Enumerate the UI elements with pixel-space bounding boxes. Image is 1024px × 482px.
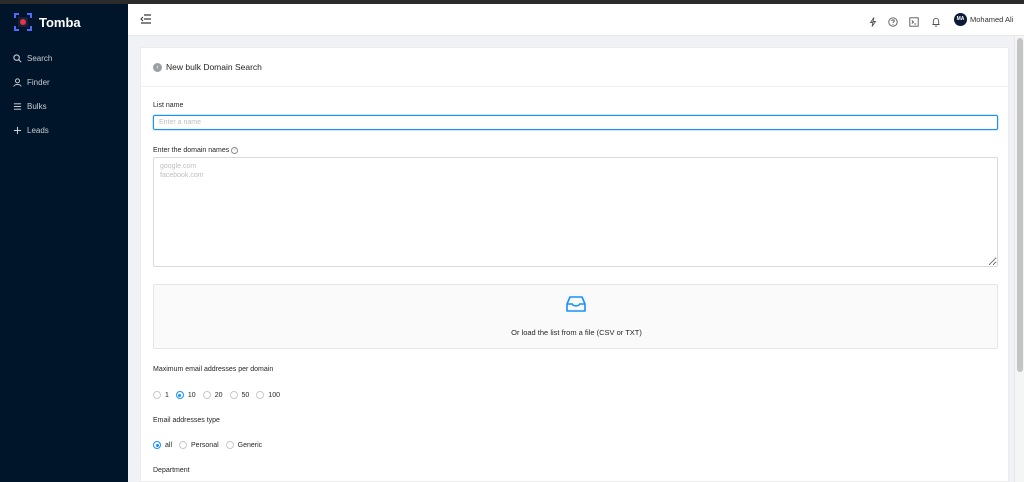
tomba-logo-icon: [14, 13, 32, 31]
upload-text: Or load the list from a file (CSV or TXT…: [511, 328, 642, 337]
domain-names-textarea[interactable]: [153, 157, 998, 267]
sidebar-item-search[interactable]: Search: [0, 46, 128, 70]
plus-icon: [12, 125, 22, 135]
sidebar-item-finder[interactable]: Finder: [0, 70, 128, 94]
radio-dot[interactable]: [179, 441, 188, 449]
scrollbar-thumb[interactable]: [1017, 38, 1023, 372]
email-type-label: Email addresses type: [153, 417, 220, 424]
max-emails-option[interactable]: 20: [202, 391, 223, 399]
avatar: MA: [954, 12, 967, 26]
user-menu[interactable]: MA Mohamed Ali: [954, 12, 1013, 26]
page-scrollbar[interactable]: [1014, 36, 1024, 482]
email-type-option[interactable]: Generic: [225, 441, 262, 449]
bell-icon[interactable]: [931, 14, 941, 27]
sidebar-item-label: Bulks: [27, 101, 47, 111]
max-emails-radio-group: 1 10 20 50 100: [153, 391, 287, 399]
radio-dot[interactable]: [175, 391, 184, 399]
radio-dot[interactable]: [153, 441, 161, 449]
max-emails-label: Maximum email addresses per domain: [153, 366, 274, 373]
terminal-icon[interactable]: [909, 14, 919, 27]
file-upload-dropzone[interactable]: Or load the list from a file (CSV or TXT…: [153, 284, 998, 349]
top-header: MA Mohamed Ali: [128, 4, 1024, 36]
department-label: Department: [153, 467, 190, 474]
email-type-option[interactable]: all: [153, 441, 172, 449]
domain-names-label: Enter the domain names?: [153, 147, 239, 154]
sidebar-item-label: Search: [27, 53, 53, 63]
app-name: Tomba: [39, 14, 81, 30]
user-icon: [12, 77, 22, 87]
radio-dot[interactable]: [229, 391, 238, 399]
search-icon: [12, 53, 22, 63]
inbox-icon: [566, 295, 586, 313]
logo[interactable]: Tomba: [14, 12, 81, 32]
sidebar: Tomba Search Finder Bulks Leads: [0, 4, 128, 482]
max-emails-option[interactable]: 10: [175, 391, 196, 399]
max-emails-option[interactable]: 1: [153, 391, 169, 399]
menu-fold-icon[interactable]: [140, 12, 152, 24]
max-emails-option[interactable]: 50: [229, 391, 249, 399]
back-icon[interactable]: ‹: [153, 62, 162, 72]
radio-dot[interactable]: [256, 391, 265, 399]
max-emails-option[interactable]: 100: [256, 391, 280, 399]
user-name: Mohamed Ali: [970, 14, 1014, 24]
bulk-search-card: ‹ New bulk Domain Search List name Enter…: [140, 47, 1009, 482]
sidebar-item-leads[interactable]: Leads: [0, 118, 128, 142]
card-header: ‹ New bulk Domain Search: [141, 48, 1008, 87]
email-type-radio-group: all Personal Generic: [153, 441, 269, 449]
sidebar-item-label: Finder: [27, 77, 50, 87]
page-title: New bulk Domain Search: [166, 62, 262, 72]
lightning-icon[interactable]: [868, 14, 878, 27]
question-circle-icon[interactable]: ?: [231, 147, 239, 154]
radio-dot[interactable]: [225, 441, 234, 449]
help-icon[interactable]: [888, 14, 898, 27]
list-icon: [12, 101, 22, 111]
sidebar-nav: Search Finder Bulks Leads: [0, 46, 128, 142]
radio-dot[interactable]: [153, 391, 161, 399]
list-name-label: List name: [153, 102, 184, 109]
sidebar-item-label: Leads: [27, 125, 49, 135]
sidebar-item-bulks[interactable]: Bulks: [0, 94, 128, 118]
radio-dot[interactable]: [202, 391, 211, 399]
email-type-option[interactable]: Personal: [179, 441, 219, 449]
list-name-input[interactable]: [153, 115, 998, 130]
